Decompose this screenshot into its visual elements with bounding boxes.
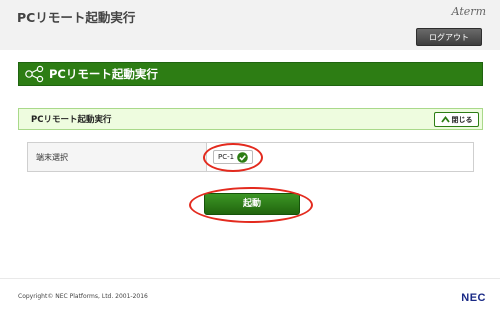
header-bar: PCリモート起動実行 Aterm ログアウト [0, 0, 500, 50]
section-header: PCリモート起動実行 閉じる [18, 108, 483, 130]
nec-logo: NEC [461, 292, 486, 304]
highlight-ring-start [189, 187, 313, 223]
logout-button[interactable]: ログアウト [416, 28, 482, 46]
app-title: PCリモート起動実行 [17, 10, 136, 25]
copyright-text: Copyright© NEC Platforms, Ltd. 2001-2016 [18, 293, 148, 300]
device-select-label: 端末選択 [36, 153, 68, 162]
caret-up-icon [440, 116, 450, 123]
device-select-label-cell: 端末選択 [28, 143, 207, 171]
aterm-logo: Aterm [451, 5, 486, 18]
close-section-button[interactable]: 閉じる [434, 112, 479, 127]
page-banner: PCリモート起動実行 [18, 62, 483, 86]
close-section-label: 閉じる [451, 115, 473, 124]
banner-title: PCリモート起動実行 [49, 67, 158, 81]
network-nodes-icon [25, 65, 44, 83]
highlight-ring-select [203, 143, 263, 172]
section-title: PCリモート起動実行 [31, 115, 112, 125]
footer-divider [0, 278, 500, 279]
